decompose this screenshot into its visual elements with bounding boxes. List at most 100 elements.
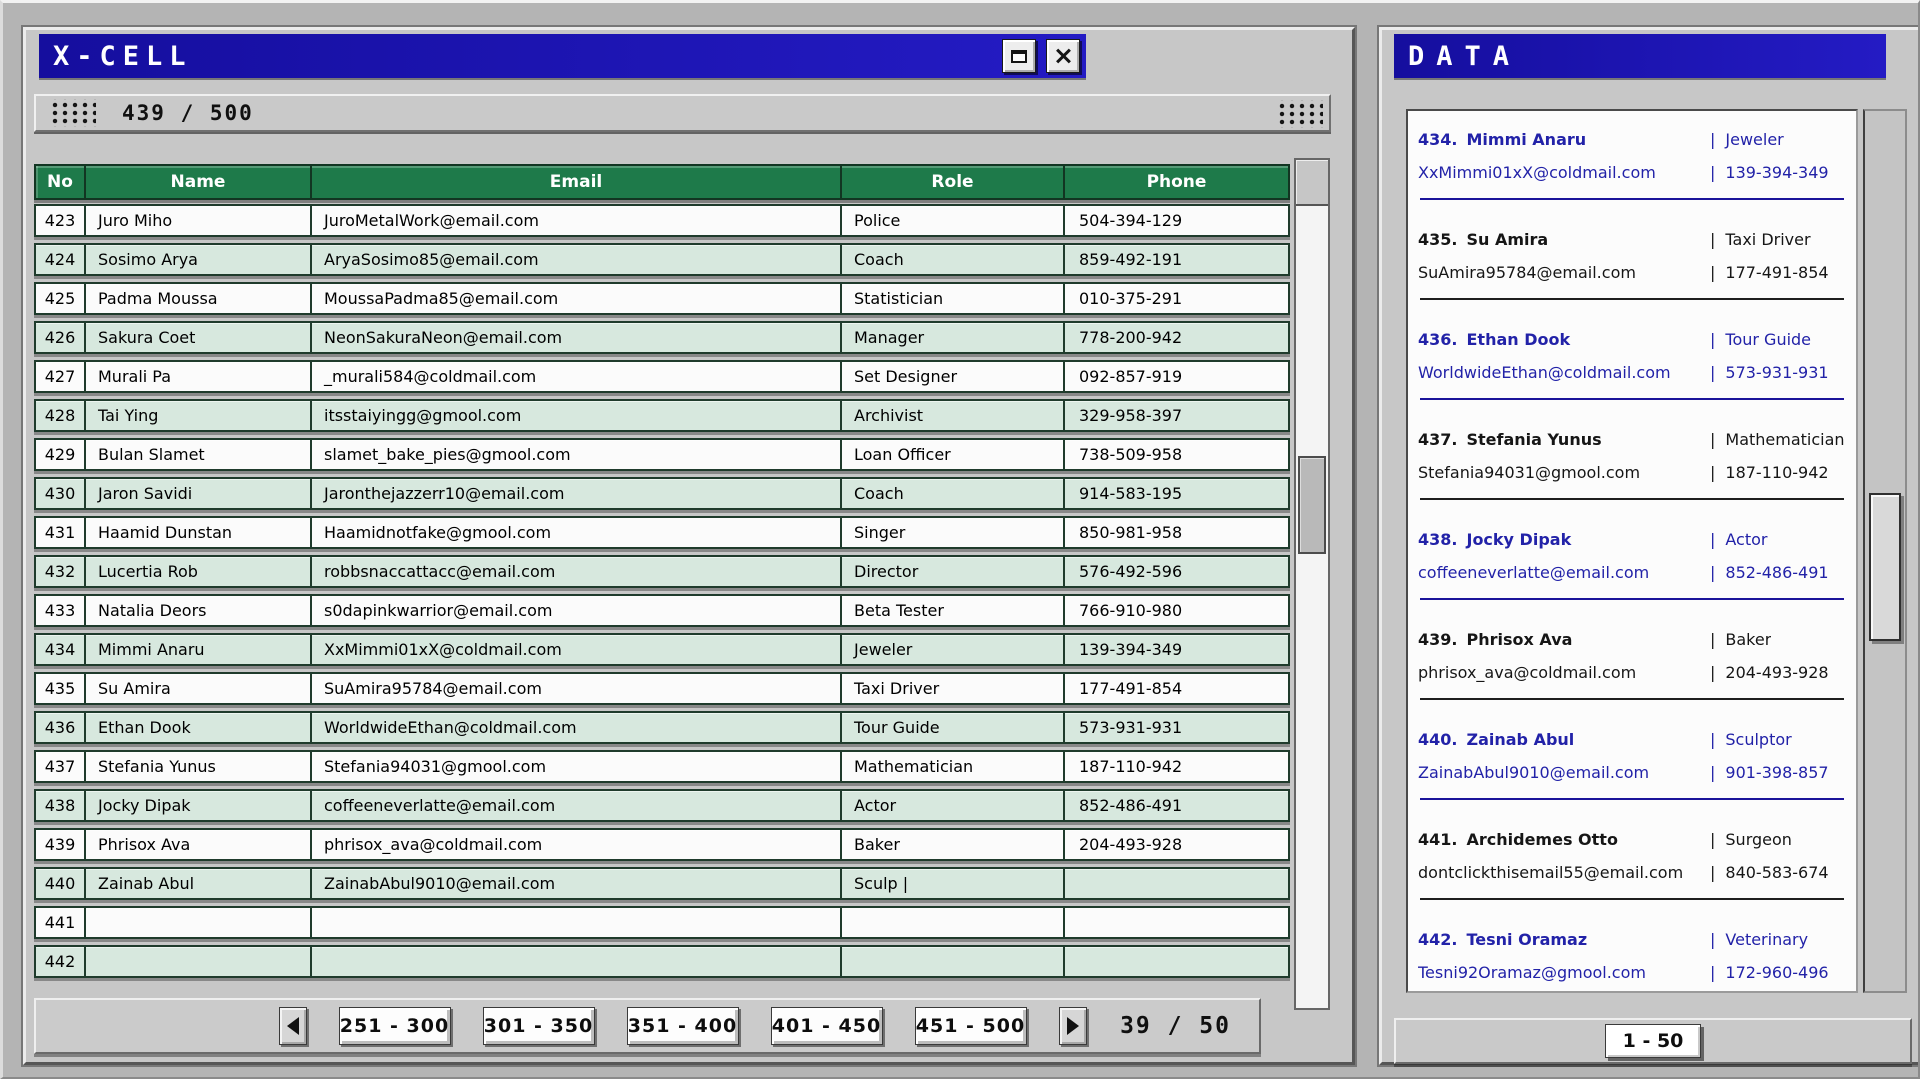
cell-name[interactable] <box>86 908 312 937</box>
cell-name[interactable]: Haamid Dunstan <box>86 518 312 547</box>
close-button[interactable] <box>1046 39 1080 73</box>
table-scrollbar[interactable] <box>1294 158 1330 1010</box>
cell-phone[interactable]: 204-493-928 <box>1065 830 1288 859</box>
cell-email[interactable]: JuroMetalWork@email.com <box>312 206 842 235</box>
cell-phone[interactable]: 766-910-980 <box>1065 596 1288 625</box>
cell-name[interactable] <box>86 947 312 976</box>
cell-phone[interactable]: 850-981-958 <box>1065 518 1288 547</box>
cell-name[interactable]: Bulan Slamet <box>86 440 312 469</box>
cell-name[interactable]: Lucertia Rob <box>86 557 312 586</box>
cell-no[interactable]: 431 <box>36 518 86 547</box>
cell-role[interactable]: Mathematician <box>842 752 1065 781</box>
cell-phone[interactable]: 859-492-191 <box>1065 245 1288 274</box>
cell-email[interactable]: SuAmira95784@email.com <box>312 674 842 703</box>
cell-role[interactable]: Statistician <box>842 284 1065 313</box>
cell-email[interactable]: Stefania94031@gmool.com <box>312 752 842 781</box>
cell-name[interactable]: Ethan Dook <box>86 713 312 742</box>
cell-role[interactable]: Baker <box>842 830 1065 859</box>
cell-email[interactable]: ZainabAbul9010@email.com <box>312 869 842 898</box>
cell-no[interactable]: 424 <box>36 245 86 274</box>
cell-no[interactable]: 426 <box>36 323 86 352</box>
cell-phone[interactable] <box>1065 869 1288 898</box>
cell-email[interactable]: slamet_bake_pies@gmool.com <box>312 440 842 469</box>
page-range-button[interactable]: 401 - 450 <box>771 1007 883 1045</box>
cell-no[interactable]: 429 <box>36 440 86 469</box>
cell-email[interactable]: MoussaPadma85@email.com <box>312 284 842 313</box>
cell-name[interactable]: Murali Pa <box>86 362 312 391</box>
cell-email[interactable]: robbsnaccattacc@email.com <box>312 557 842 586</box>
cell-name[interactable]: Sosimo Arya <box>86 245 312 274</box>
cell-no[interactable]: 432 <box>36 557 86 586</box>
cell-name[interactable]: Zainab Abul <box>86 869 312 898</box>
cell-role[interactable]: Archivist <box>842 401 1065 430</box>
cell-phone[interactable]: 738-509-958 <box>1065 440 1288 469</box>
cell-phone[interactable]: 914-583-195 <box>1065 479 1288 508</box>
cell-phone[interactable]: 177-491-854 <box>1065 674 1288 703</box>
maximize-button[interactable] <box>1002 39 1036 73</box>
page-range-button[interactable]: 351 - 400 <box>627 1007 739 1045</box>
cell-name[interactable]: Sakura Coet <box>86 323 312 352</box>
cell-role[interactable]: Coach <box>842 245 1065 274</box>
cell-name[interactable]: Stefania Yunus <box>86 752 312 781</box>
cell-role[interactable]: Actor <box>842 791 1065 820</box>
grid-handle-icon[interactable] <box>1275 100 1323 128</box>
range-button[interactable]: 1 - 50 <box>1605 1024 1701 1058</box>
cell-name[interactable]: Tai Ying <box>86 401 312 430</box>
next-page-button[interactable] <box>1059 1007 1087 1045</box>
cell-email[interactable] <box>312 908 842 937</box>
cell-phone[interactable]: 010-375-291 <box>1065 284 1288 313</box>
cell-name[interactable]: Natalia Deors <box>86 596 312 625</box>
cell-role[interactable]: Police <box>842 206 1065 235</box>
cell-name[interactable]: Juro Miho <box>86 206 312 235</box>
cell-no[interactable]: 439 <box>36 830 86 859</box>
cell-role[interactable]: Singer <box>842 518 1065 547</box>
cell-no[interactable]: 427 <box>36 362 86 391</box>
page-range-button[interactable]: 451 - 500 <box>915 1007 1027 1045</box>
scrollbar-thumb[interactable] <box>1298 456 1326 554</box>
cell-no[interactable]: 433 <box>36 596 86 625</box>
page-range-button[interactable]: 251 - 300 <box>339 1007 451 1045</box>
prev-page-button[interactable] <box>279 1007 307 1045</box>
records-scrollbar[interactable] <box>1863 109 1907 993</box>
cell-no[interactable]: 436 <box>36 713 86 742</box>
cell-email[interactable]: coffeeneverlatte@email.com <box>312 791 842 820</box>
cell-email[interactable]: s0dapinkwarrior@email.com <box>312 596 842 625</box>
cell-no[interactable]: 442 <box>36 947 86 976</box>
cell-phone[interactable]: 092-857-919 <box>1065 362 1288 391</box>
cell-role[interactable]: Director <box>842 557 1065 586</box>
cell-email[interactable]: AryaSosimo85@email.com <box>312 245 842 274</box>
cell-phone[interactable]: 187-110-942 <box>1065 752 1288 781</box>
cell-no[interactable]: 440 <box>36 869 86 898</box>
cell-email[interactable]: itsstaiyingg@gmool.com <box>312 401 842 430</box>
cell-role[interactable]: Set Designer <box>842 362 1065 391</box>
cell-name[interactable]: Jocky Dipak <box>86 791 312 820</box>
cell-name[interactable]: Padma Moussa <box>86 284 312 313</box>
cell-role[interactable] <box>842 947 1065 976</box>
cell-role[interactable]: Jeweler <box>842 635 1065 664</box>
cell-email[interactable]: XxMimmi01xX@coldmail.com <box>312 635 842 664</box>
cell-phone[interactable]: 139-394-349 <box>1065 635 1288 664</box>
scrollbar-top-box[interactable] <box>1296 160 1328 206</box>
cell-role[interactable]: Manager <box>842 323 1065 352</box>
cell-no[interactable]: 435 <box>36 674 86 703</box>
cell-email[interactable]: NeonSakuraNeon@email.com <box>312 323 842 352</box>
cell-phone[interactable]: 576-492-596 <box>1065 557 1288 586</box>
cell-no[interactable]: 441 <box>36 908 86 937</box>
cell-no[interactable]: 438 <box>36 791 86 820</box>
cell-role[interactable]: Sculp | <box>842 869 1065 898</box>
cell-role[interactable]: Coach <box>842 479 1065 508</box>
cell-no[interactable]: 430 <box>36 479 86 508</box>
cell-phone[interactable] <box>1065 908 1288 937</box>
cell-no[interactable]: 423 <box>36 206 86 235</box>
cell-phone[interactable]: 329-958-397 <box>1065 401 1288 430</box>
cell-phone[interactable]: 573-931-931 <box>1065 713 1288 742</box>
cell-no[interactable]: 437 <box>36 752 86 781</box>
cell-email[interactable]: _murali584@coldmail.com <box>312 362 842 391</box>
cell-name[interactable]: Phrisox Ava <box>86 830 312 859</box>
cell-role[interactable]: Tour Guide <box>842 713 1065 742</box>
page-range-button[interactable]: 301 - 350 <box>483 1007 595 1045</box>
cell-name[interactable]: Su Amira <box>86 674 312 703</box>
cell-no[interactable]: 434 <box>36 635 86 664</box>
scrollbar-thumb[interactable] <box>1869 493 1901 641</box>
cell-phone[interactable]: 778-200-942 <box>1065 323 1288 352</box>
